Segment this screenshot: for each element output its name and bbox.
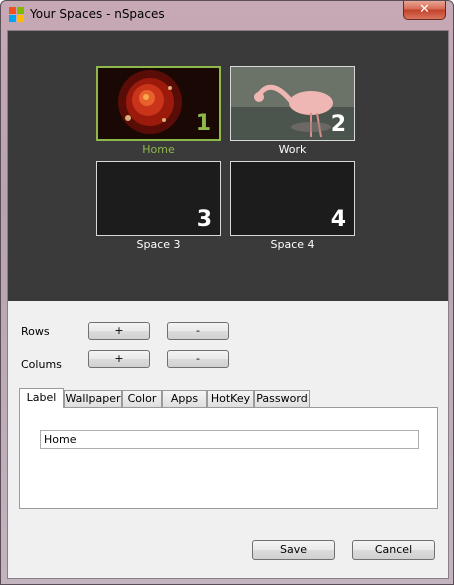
label-tab-panel (19, 407, 438, 509)
window-title: Your Spaces - nSpaces (30, 7, 165, 21)
space-name: Space 4 (270, 238, 315, 251)
space-number: 1 (195, 111, 211, 136)
spaces-preview-panel: 1 Home 2 Work 3 Space 3 4 Space 4 (8, 31, 448, 301)
tab-password[interactable]: Password (254, 390, 310, 407)
space-thumbnail[interactable]: 2 (230, 66, 355, 141)
space-thumbnail[interactable]: 1 (96, 66, 221, 141)
client-area: 1 Home 2 Work 3 Space 3 4 Space 4 Rows +… (7, 30, 449, 579)
space-thumbnail[interactable]: 3 (96, 161, 221, 236)
tab-color[interactable]: Color (122, 390, 162, 407)
nspaces-window: Your Spaces - nSpaces ✕ 1 Home 2 Work 3 … (0, 0, 454, 585)
tab-wallpaper[interactable]: Wallpaper (64, 390, 122, 407)
columns-label: Colums (21, 358, 62, 371)
cancel-button[interactable]: Cancel (352, 540, 435, 560)
rows-add-button[interactable]: + (88, 322, 150, 340)
columns-remove-button[interactable]: - (167, 350, 229, 368)
space-number: 4 (330, 207, 346, 232)
space-name: Work (278, 143, 307, 156)
columns-add-button[interactable]: + (88, 350, 150, 368)
tab-label[interactable]: Label (19, 388, 64, 408)
tab-apps[interactable]: Apps (162, 390, 207, 407)
save-button[interactable]: Save (252, 540, 335, 560)
space-thumbnail[interactable]: 4 (230, 161, 355, 236)
rows-label: Rows (21, 325, 50, 338)
nspaces-app-icon (9, 7, 25, 23)
close-button[interactable]: ✕ (403, 1, 446, 20)
space-label-input[interactable] (40, 430, 419, 449)
rows-remove-button[interactable]: - (167, 322, 229, 340)
space-name: Space 3 (136, 238, 181, 251)
title-bar[interactable]: Your Spaces - nSpaces ✕ (1, 1, 453, 29)
space-number: 2 (330, 112, 346, 137)
space-name: Home (142, 143, 175, 156)
tab-hotkey[interactable]: HotKey (207, 390, 254, 407)
space-number: 3 (196, 207, 212, 232)
